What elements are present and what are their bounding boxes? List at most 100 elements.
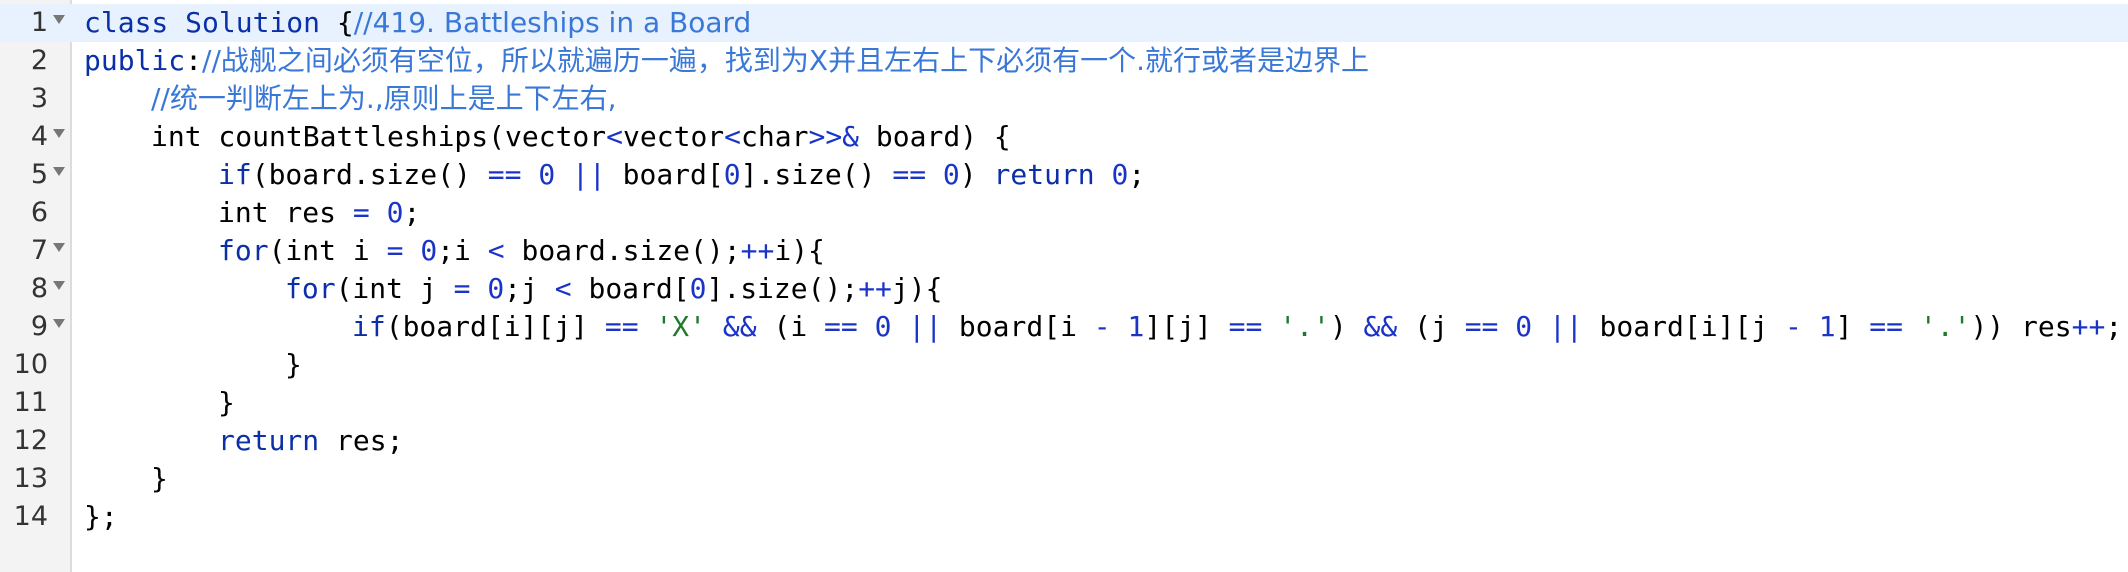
- code-line[interactable]: 14};: [0, 498, 2128, 536]
- code-text: if(board[i][j] == 'X' && (i == 0 || boar…: [352, 308, 2122, 346]
- code-token: ][j]: [1144, 310, 1229, 343]
- code-token: 0: [723, 158, 741, 191]
- code-token: //统一判断左上为.,原则上是上下左右,: [151, 82, 617, 115]
- code-token: ==: [487, 158, 522, 191]
- code-token: ].size(): [740, 158, 893, 191]
- code-token: char: [741, 120, 809, 153]
- code-line[interactable]: 5 if(board.size() == 0 || board[0].size()…: [0, 156, 2128, 194]
- code-token: vector: [623, 120, 725, 153]
- code-token: 0: [538, 158, 556, 191]
- code-token: res;: [319, 424, 404, 457]
- line-number: 1: [30, 7, 48, 38]
- code-line[interactable]: 2 public://战舰之间必须有空位，所以就遍历一遍，找到为X并且左右上下必须…: [0, 42, 2128, 80]
- code-token: (j: [1397, 310, 1465, 343]
- code-token: Solution: [185, 6, 321, 39]
- code-token: ;: [1128, 158, 1146, 191]
- code-token: &&: [722, 310, 757, 343]
- code-text: int res = 0;: [218, 194, 420, 232]
- code-token: 0: [942, 158, 960, 191]
- code-token: board.size();: [504, 234, 741, 267]
- code-token: class: [84, 6, 169, 39]
- code-token: >>&: [808, 120, 860, 153]
- code-token: 0: [874, 310, 892, 343]
- code-token: board[i][j: [1582, 310, 1785, 343]
- code-line[interactable]: 3 //统一判断左上为.,原则上是上下左右,: [0, 80, 2128, 118]
- code-token: ].size();: [706, 272, 859, 305]
- code-token: ++: [858, 272, 892, 305]
- code-token: 0: [1111, 158, 1129, 191]
- line-number: 6: [30, 197, 48, 228]
- code-line[interactable]: 10}: [0, 346, 2128, 384]
- code-token: ==: [1464, 310, 1499, 343]
- code-token: 'X': [655, 310, 707, 343]
- code-text: for(int i = 0;i < board.size();++i){: [218, 232, 825, 270]
- line-number: 3: [30, 83, 48, 114]
- code-line[interactable]: 7 for(int i = 0;i < board.size();++i){: [0, 232, 2128, 270]
- code-token: ;: [2105, 310, 2123, 343]
- code-line[interactable]: 8 for(int j = 0;j < board[0].size();++j){: [0, 270, 2128, 308]
- code-token: ++: [2071, 310, 2106, 343]
- code-token: ==: [1228, 310, 1263, 343]
- code-token: 1: [1127, 310, 1145, 343]
- code-line[interactable]: 13}: [0, 460, 2128, 498]
- code-token: if: [352, 310, 386, 343]
- fold-arrow-icon[interactable]: [53, 15, 65, 24]
- line-number: 14: [13, 501, 48, 532]
- code-token: //419. Battleships in a Board: [353, 6, 752, 39]
- code-line[interactable]: 12 return res;: [0, 422, 2128, 460]
- line-number: 2: [30, 45, 48, 76]
- code-text: }: [151, 460, 168, 498]
- code-text: int countBattleships(vector<vector<char>…: [151, 118, 1011, 156]
- code-token: i){: [774, 234, 825, 267]
- fold-arrow-icon[interactable]: [53, 129, 65, 138]
- code-token: board[i: [942, 310, 1094, 343]
- code-token: -: [1093, 310, 1111, 343]
- code-token: 0: [1515, 310, 1533, 343]
- code-line[interactable]: 11}: [0, 384, 2128, 422]
- code-token: <: [554, 272, 572, 305]
- code-token: ++: [740, 234, 775, 267]
- code-token: ==: [1869, 310, 1904, 343]
- code-line[interactable]: 1 class Solution {//419. Battleships in a…: [0, 4, 2128, 42]
- line-number: 9: [30, 311, 48, 342]
- code-editor[interactable]: 1 class Solution {//419. Battleships in a…: [0, 0, 2128, 572]
- code-token: //战舰之间必须有空位，所以就遍历一遍，找到为X并且左右上下必须有一个.就行或者…: [202, 44, 1369, 77]
- code-line[interactable]: 4 int countBattleships(vector<vector<char…: [0, 118, 2128, 156]
- line-number: 4: [30, 121, 48, 152]
- code-line[interactable]: 6 int res = 0;: [0, 194, 2128, 232]
- fold-arrow-icon[interactable]: [53, 243, 65, 252]
- code-token: }: [285, 348, 302, 381]
- code-text: return res;: [218, 422, 403, 460]
- code-token: (board[i][j]: [385, 310, 605, 343]
- line-number: 5: [30, 159, 48, 190]
- code-token: 1: [1818, 310, 1836, 343]
- code-text: for(int j = 0;j < board[0].size();++j){: [285, 270, 943, 308]
- code-token: )) res: [1970, 310, 2072, 343]
- code-token: ==: [892, 158, 927, 191]
- code-token: 0: [386, 196, 404, 229]
- fold-arrow-icon[interactable]: [53, 319, 65, 328]
- fold-arrow-icon[interactable]: [53, 281, 65, 290]
- code-token: }: [218, 386, 235, 419]
- line-number: 10: [13, 349, 48, 380]
- code-token: board) {: [859, 120, 1011, 153]
- code-token: for: [285, 272, 336, 305]
- code-token: 0: [420, 234, 438, 267]
- code-line[interactable]: 9 if(board[i][j] == 'X' && (i == 0 || boa…: [0, 308, 2128, 346]
- code-token: j){: [891, 272, 943, 305]
- code-token: 0: [487, 272, 505, 305]
- code-text: };: [84, 498, 118, 536]
- code-token: ||: [908, 310, 943, 343]
- code-token: ||: [572, 158, 606, 191]
- fold-arrow-icon[interactable]: [53, 167, 65, 176]
